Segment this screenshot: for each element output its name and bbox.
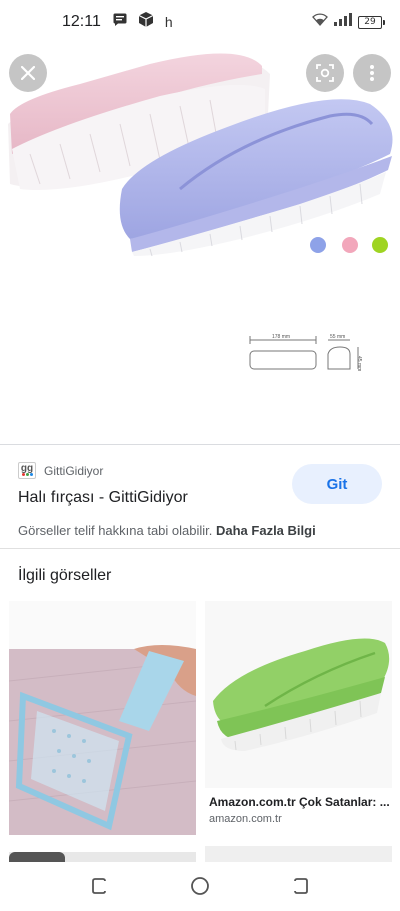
signal-icon	[334, 13, 352, 31]
related-image-lint-remover[interactable]	[9, 601, 196, 835]
product-image	[8, 53, 393, 370]
back-button[interactable]	[290, 876, 310, 896]
related-source-title[interactable]: Amazon.com.tr Çok Satanlar: ...	[209, 795, 391, 809]
lens-button[interactable]	[306, 54, 344, 92]
dim-height-label: 45 mm	[356, 356, 362, 372]
back-icon	[294, 878, 308, 894]
package-icon	[138, 12, 154, 32]
related-image-green-brush[interactable]	[205, 601, 392, 788]
dim-width-label: 55 mm	[330, 334, 346, 340]
related-heading: İlgili görseller	[18, 567, 112, 584]
site-logo: gg	[18, 462, 36, 479]
status-time: 12:11	[62, 13, 101, 30]
close-button[interactable]	[9, 54, 47, 92]
status-extra: h	[164, 14, 173, 30]
message-icon	[113, 13, 127, 31]
result-info: gg GittiGidiyor Halı fırçası - GittiGidi…	[0, 444, 400, 548]
image-viewer[interactable]: 178 mm 55 mm 45 mm	[0, 44, 400, 444]
battery-icon: 29	[358, 15, 385, 29]
section-divider	[0, 548, 400, 549]
recent-apps-button[interactable]	[90, 876, 110, 896]
result-title[interactable]: Halı fırçası - GittiGidiyor	[18, 489, 188, 507]
site-row[interactable]: gg GittiGidiyor	[18, 462, 103, 479]
dim-length-label: 178 mm	[272, 334, 291, 340]
related-source-domain: amazon.com.tr	[209, 813, 282, 825]
navigation-bar	[0, 862, 400, 911]
home-button[interactable]	[190, 876, 210, 896]
more-vert-icon	[370, 65, 374, 81]
close-icon	[21, 66, 35, 80]
copyright-notice: Görseller telif hakkına tabi olabilir. D…	[18, 523, 316, 538]
more-info-link[interactable]: Daha Fazla Bilgi	[216, 523, 316, 538]
color-option-green	[372, 237, 388, 253]
recent-apps-icon	[92, 878, 106, 894]
color-option-blue	[310, 237, 326, 253]
home-icon	[191, 877, 209, 895]
image-badge	[9, 852, 65, 862]
wifi-icon	[312, 13, 328, 31]
status-bar: 12:11 h 29	[0, 0, 400, 44]
related-image-partial-2[interactable]	[205, 846, 392, 862]
lint-remover-image	[9, 601, 196, 835]
lens-icon	[316, 64, 334, 82]
site-name: GittiGidiyor	[44, 463, 104, 478]
green-brush-image	[205, 601, 392, 788]
copyright-text: Görseller telif hakkına tabi olabilir.	[18, 523, 213, 538]
color-option-pink	[342, 237, 358, 253]
visit-button[interactable]: Git	[292, 464, 382, 504]
more-options-button[interactable]	[353, 54, 391, 92]
